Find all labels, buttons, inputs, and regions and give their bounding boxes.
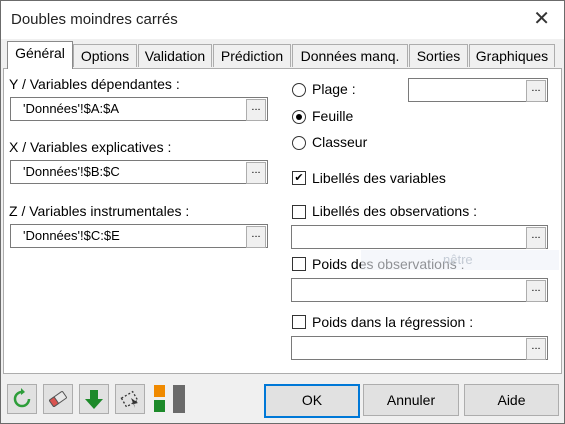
tab-charts[interactable]: Graphiques — [469, 44, 555, 67]
tab-prediction[interactable]: Prédiction — [213, 44, 291, 67]
eraser-button[interactable] — [43, 384, 73, 414]
general-panel: Y / Variables dépendantes : 'Données'!$A… — [3, 68, 562, 374]
reg-weights-field[interactable]: ... — [291, 336, 548, 360]
layout-switch[interactable] — [152, 384, 188, 414]
layout-squares-icon — [154, 385, 185, 413]
tab-general[interactable]: Général — [7, 41, 73, 69]
radio-workbook[interactable] — [292, 136, 306, 150]
range-field[interactable]: ... — [408, 78, 548, 102]
range-picker-button[interactable]: ... — [526, 80, 546, 102]
obs-weights-picker-button[interactable]: ... — [526, 280, 546, 302]
y-variables-value: 'Données'!$A:$A — [23, 101, 120, 116]
obs-weights-checkbox[interactable] — [292, 257, 306, 271]
y-variables-field[interactable]: 'Données'!$A:$A ... — [10, 97, 268, 121]
reset-button[interactable] — [7, 384, 37, 414]
window-title: Doubles moindres carrés — [11, 11, 178, 28]
z-variables-value: 'Données'!$C:$E — [23, 228, 120, 243]
ok-button[interactable]: OK — [264, 384, 360, 418]
var-labels-label: Libellés des variables — [312, 170, 446, 186]
title-bar: Doubles moindres carrés ✕ — [1, 1, 564, 39]
obs-labels-checkbox[interactable] — [292, 205, 306, 219]
z-range-picker-button[interactable]: ... — [246, 226, 266, 248]
reset-icon — [13, 388, 31, 408]
y-variables-label: Y / Variables dépendantes : — [9, 76, 180, 92]
x-variables-value: 'Données'!$B:$C — [23, 164, 120, 179]
radio-sheet[interactable] — [292, 110, 306, 124]
tab-options[interactable]: Options — [73, 44, 137, 67]
reg-weights-checkbox[interactable] — [292, 315, 306, 329]
obs-labels-label: Libellés des observations : — [312, 203, 477, 219]
checkmark-icon: ✔ — [294, 172, 304, 184]
obs-labels-picker-button[interactable]: ... — [526, 227, 546, 249]
z-variables-field[interactable]: 'Données'!$C:$E ... — [10, 224, 268, 248]
var-labels-checkbox[interactable]: ✔ — [292, 171, 306, 185]
eraser-icon — [49, 391, 67, 407]
ghost-tooltip-text: nêtre — [443, 252, 473, 267]
reg-weights-picker-button[interactable]: ... — [526, 338, 546, 360]
ghost-tooltip: nêtre — [361, 250, 559, 270]
tab-outputs[interactable]: Sorties — [409, 44, 468, 67]
tab-strip: Général Options Validation Prédiction Do… — [1, 41, 564, 69]
select-icon — [120, 390, 139, 408]
radio-selected-dot — [296, 114, 302, 120]
radio-range[interactable] — [292, 83, 306, 97]
radio-sheet-label: Feuille — [312, 108, 354, 124]
bottom-toolbar: OK Annuler Aide — [1, 379, 564, 423]
x-variables-label: X / Variables explicatives : — [9, 139, 172, 155]
download-arrow-icon — [85, 390, 103, 409]
tab-validation[interactable]: Validation — [138, 44, 212, 67]
help-button[interactable]: Aide — [464, 384, 559, 416]
reg-weights-label: Poids dans la régression : — [312, 314, 474, 330]
cancel-button[interactable]: Annuler — [363, 384, 459, 416]
select-button[interactable] — [115, 384, 145, 414]
tab-missing-data[interactable]: Données manq. — [292, 44, 408, 67]
close-icon[interactable]: ✕ — [533, 8, 550, 30]
x-variables-field[interactable]: 'Données'!$B:$C ... — [10, 160, 268, 184]
radio-range-label: Plage : — [312, 81, 356, 97]
z-variables-label: Z / Variables instrumentales : — [9, 203, 190, 219]
obs-weights-field[interactable]: ... — [291, 278, 548, 302]
y-range-picker-button[interactable]: ... — [246, 99, 266, 121]
dialog-window: Doubles moindres carrés ✕ Général Option… — [0, 0, 565, 424]
x-range-picker-button[interactable]: ... — [246, 162, 266, 184]
radio-workbook-label: Classeur — [312, 134, 368, 150]
obs-labels-field[interactable]: ... — [291, 225, 548, 249]
move-down-button[interactable] — [79, 384, 109, 414]
